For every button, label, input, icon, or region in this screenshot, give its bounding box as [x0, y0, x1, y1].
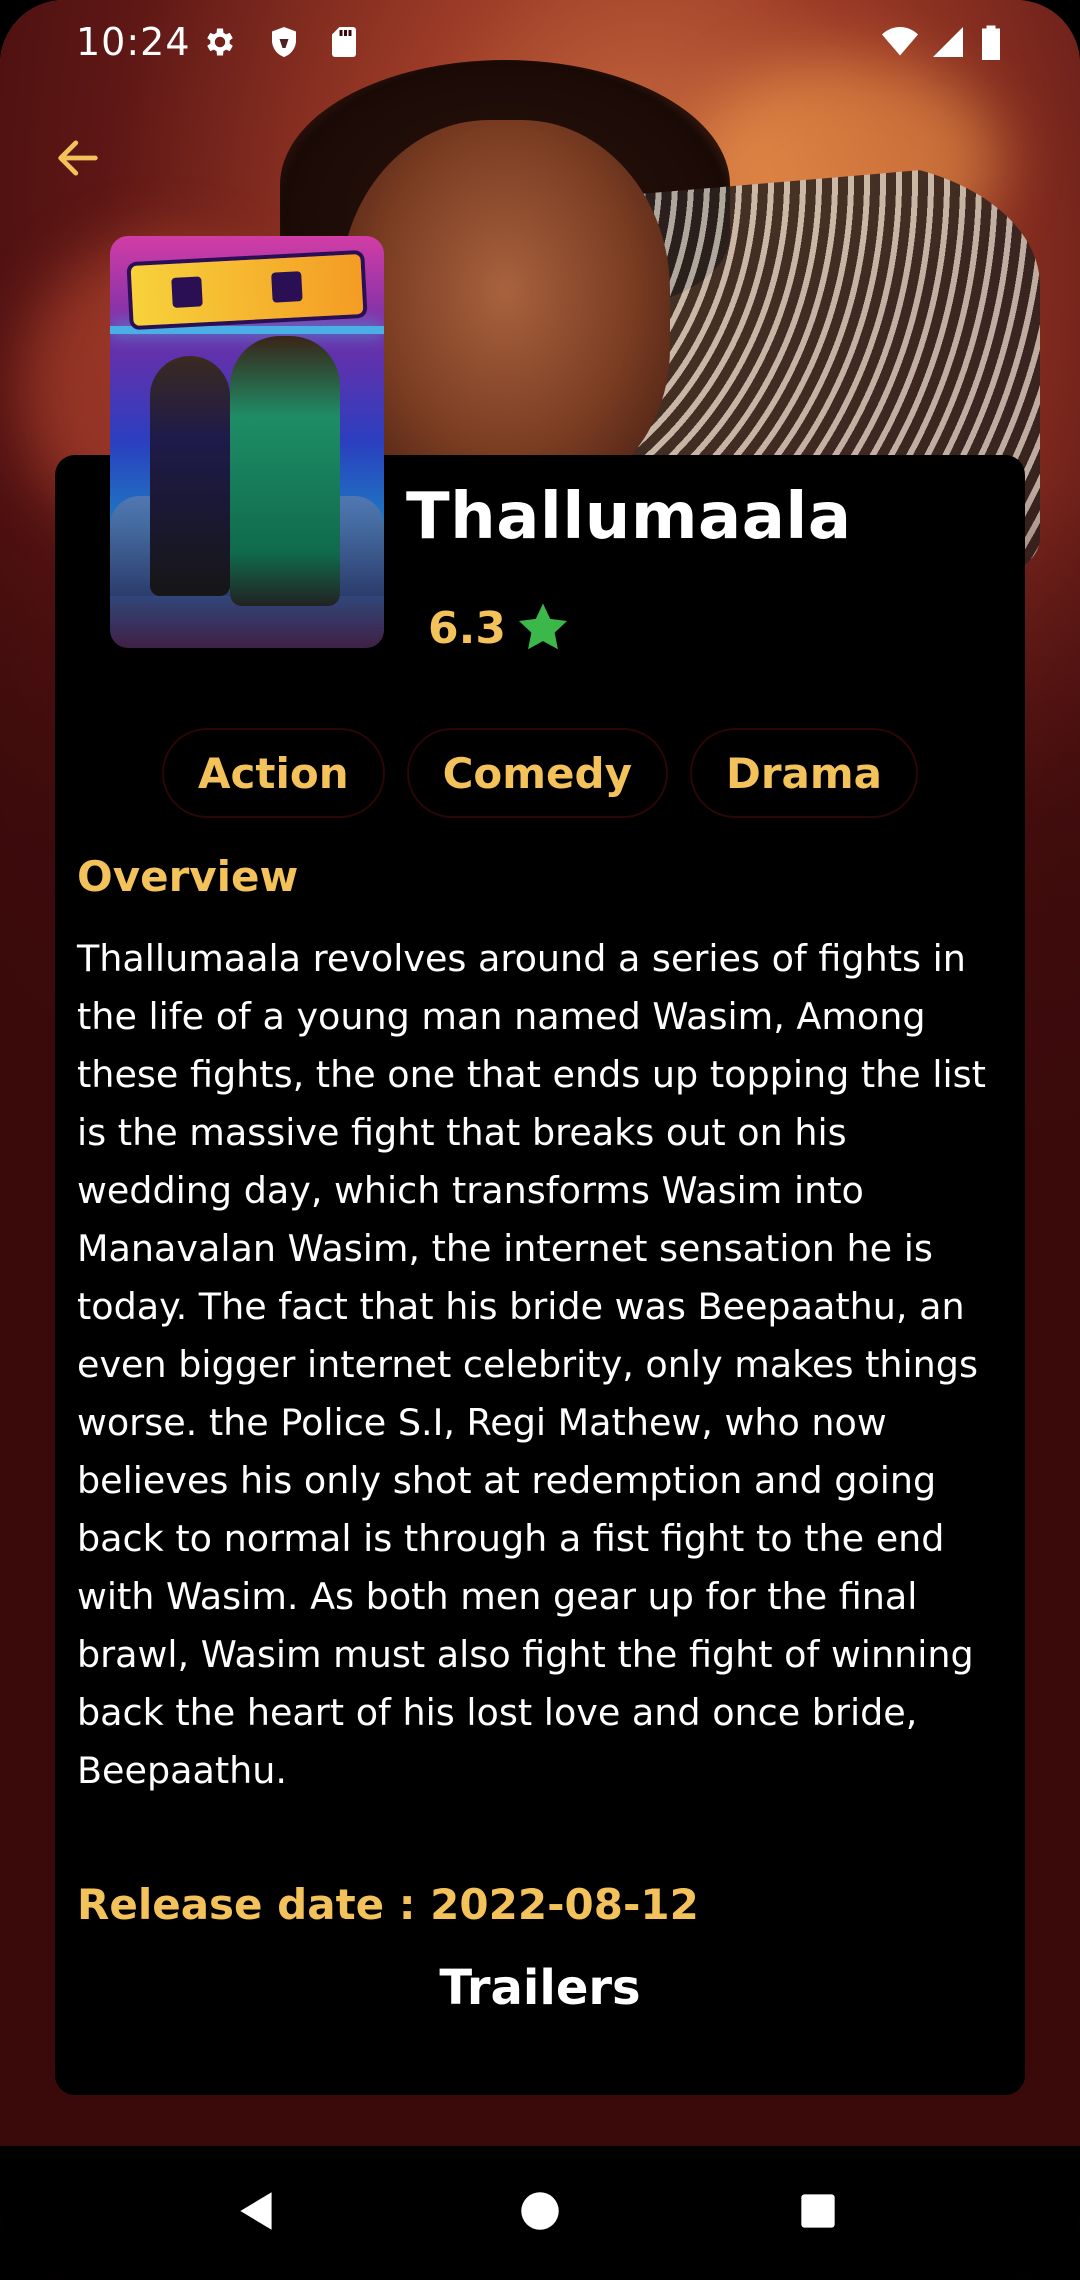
system-nav-bar [0, 2146, 1080, 2280]
movie-detail-screen: 10:24 Thallumaala 6.3 Action Comedy Dram… [0, 0, 1080, 2280]
wifi-icon [880, 24, 920, 60]
genre-list: Action Comedy Drama [0, 728, 1080, 818]
rating-value: 6.3 [428, 602, 506, 654]
rating: 6.3 [428, 600, 572, 656]
nav-back-icon [240, 2192, 272, 2230]
overview-text: Thallumaala revolves around a series of … [77, 937, 986, 1792]
gear-icon [202, 24, 238, 60]
release-date-label: Release date : [77, 1880, 431, 1929]
nav-home-icon [521, 2192, 559, 2230]
star-icon [518, 603, 567, 650]
arrow-left-icon [58, 140, 98, 176]
status-time: 10:24 [76, 20, 191, 64]
release-date: Release date : 2022-08-12 [77, 1880, 699, 1929]
overview-heading: Overview [77, 852, 299, 901]
signal-icon [930, 24, 966, 60]
movie-poster [110, 236, 384, 648]
movie-title: Thallumaala [406, 480, 852, 554]
genre-chip-action[interactable]: Action [161, 728, 385, 818]
nav-back-button[interactable] [222, 2176, 292, 2246]
nav-home-button[interactable] [505, 2176, 575, 2246]
genre-chip-comedy[interactable]: Comedy [406, 728, 668, 818]
genre-chip-drama[interactable]: Drama [689, 728, 919, 818]
nav-recents-icon [801, 2194, 835, 2228]
shield-icon [266, 24, 302, 60]
battery-icon [980, 24, 1004, 60]
release-date-value: 2022-08-12 [430, 1880, 699, 1929]
back-button[interactable] [46, 126, 110, 190]
nav-recents-button[interactable] [783, 2176, 853, 2246]
sd-card-icon [326, 24, 362, 60]
trailers-heading: Trailers [439, 1960, 641, 2016]
status-bar: 10:24 [0, 0, 1080, 84]
